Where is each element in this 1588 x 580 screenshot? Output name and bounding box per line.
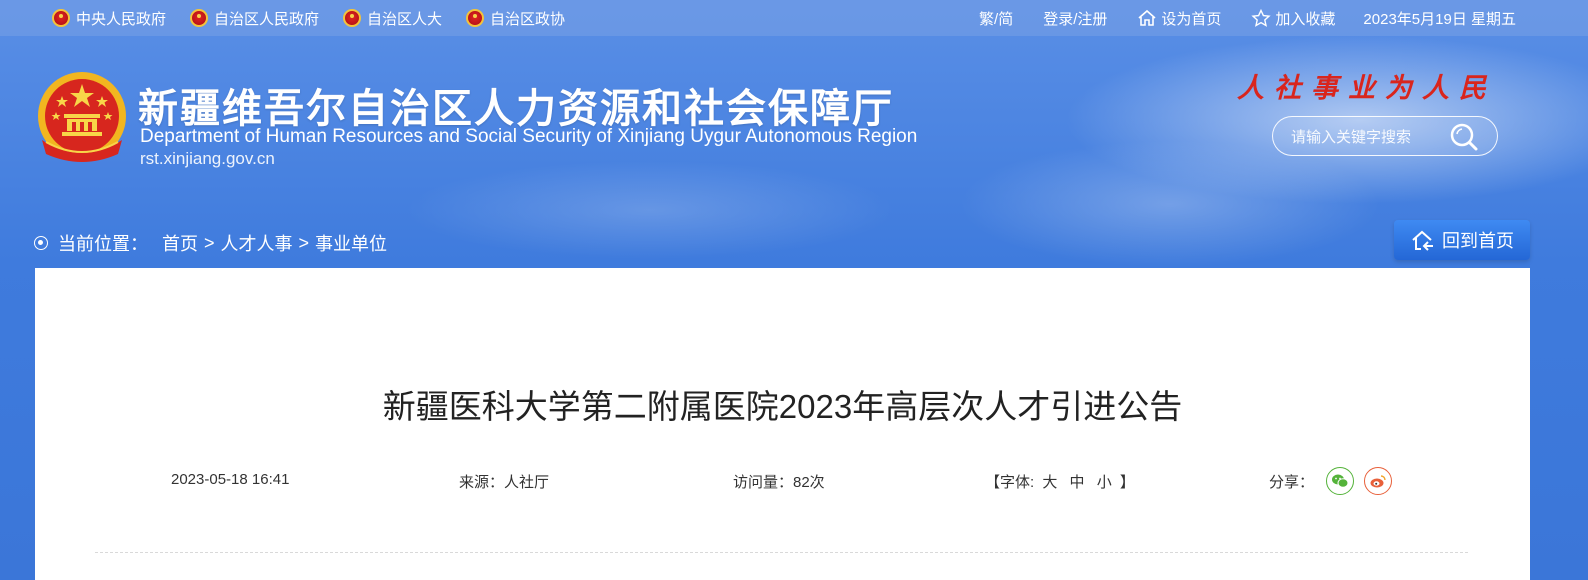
top-right-tools: 繁/简 登录/注册 设为首页 加入收藏 2023年5月19日 星期五 (949, 0, 1516, 36)
add-favorite-label: 加入收藏 (1275, 10, 1336, 28)
lang-toggle[interactable]: 繁/简 (979, 8, 1013, 29)
divider (95, 552, 1468, 553)
national-emblem-icon (52, 9, 70, 27)
link-regional-cppcc[interactable]: 自治区政协 (466, 8, 565, 29)
search-input[interactable] (1289, 124, 1443, 150)
article-meta: 2023-05-18 16:41 来源：人社厅 访问量：82次 【字体: 大 中… (35, 464, 1530, 498)
site-title-en: Department of Human Resources and Social… (140, 126, 918, 147)
wechat-icon (1332, 474, 1349, 488)
national-emblem-icon (190, 9, 209, 27)
link-central-government[interactable]: 中央人民政府 (52, 8, 166, 29)
article-panel: 新疆医科大学第二附属医院2023年高层次人才引进公告 2023-05-18 16… (35, 268, 1530, 580)
cloud-background (300, 140, 1000, 280)
font-size-close: 】 (1119, 474, 1135, 491)
set-home-link[interactable]: 设为首页 (1137, 8, 1221, 29)
breadcrumb-label: 当前位置： (58, 234, 148, 254)
home-return-icon (1412, 230, 1433, 251)
publish-date: 2023-05-18 16:41 (171, 471, 290, 488)
breadcrumb-public-institutions[interactable]: 事业单位 (315, 230, 387, 256)
national-emblem-logo (38, 72, 126, 162)
cppcc-emblem-icon (466, 9, 485, 27)
font-size-medium[interactable]: 中 (1070, 474, 1085, 491)
search-box (1272, 116, 1498, 156)
article-source: 来源：人社厅 (459, 474, 550, 491)
font-size-large[interactable]: 大 (1042, 474, 1057, 491)
current-date: 2023年5月19日 星期五 (1363, 10, 1516, 28)
wechat-share-icon[interactable] (1326, 467, 1355, 495)
home-icon (1138, 9, 1156, 26)
breadcrumb-talent-personnel[interactable]: 人才人事 (221, 230, 293, 256)
link-label: 中央人民政府 (76, 10, 167, 28)
page: 中央人民政府 自治区人民政府 自治区人大 自治区政协 繁/简 登录/注册 设为首… (0, 0, 1588, 580)
link-label: 自治区政协 (490, 10, 566, 28)
location-dot-icon (34, 236, 48, 250)
link-label: 自治区人大 (367, 10, 443, 28)
weibo-icon (1370, 475, 1386, 488)
font-size-selector: 【字体: 大 中 小 】 (985, 471, 1135, 492)
link-regional-congress[interactable]: 自治区人大 (343, 8, 442, 29)
back-to-home-button[interactable]: 回到首页 (1394, 220, 1530, 260)
site-domain: rst.xinjiang.gov.cn (140, 149, 275, 168)
link-label: 自治区人民政府 (214, 10, 320, 28)
search-icon[interactable] (1449, 122, 1479, 152)
national-emblem-icon (343, 9, 362, 27)
set-home-label: 设为首页 (1161, 10, 1222, 28)
slogan: 人社事业为人民 (1237, 73, 1496, 104)
breadcrumb-separator: > (204, 232, 215, 253)
government-links: 中央人民政府 自治区人民政府 自治区人大 自治区政协 (52, 0, 589, 36)
share-bar: 分享： (1269, 464, 1402, 498)
view-count: 访问量：82次 (733, 474, 825, 491)
font-size-label: 【字体: (985, 474, 1035, 491)
share-label: 分享： (1269, 473, 1315, 491)
top-bar: 中央人民政府 自治区人民政府 自治区人大 自治区政协 繁/简 登录/注册 设为首… (0, 0, 1588, 36)
article-title: 新疆医科大学第二附属医院2023年高层次人才引进公告 (382, 388, 1183, 425)
breadcrumb-separator: > (298, 232, 310, 253)
breadcrumb-home[interactable]: 首页 (162, 230, 198, 256)
link-regional-government[interactable]: 自治区人民政府 (190, 8, 319, 29)
breadcrumb: 当前位置： 首页 > 人才人事 > 事业单位 (34, 230, 387, 256)
login-register-link[interactable]: 登录/注册 (1043, 8, 1107, 29)
back-to-home-label: 回到首页 (1442, 231, 1514, 251)
font-size-small[interactable]: 小 (1097, 474, 1112, 491)
weibo-share-icon[interactable] (1364, 467, 1393, 495)
add-favorite-link[interactable]: 加入收藏 (1251, 8, 1335, 29)
star-icon (1251, 9, 1272, 27)
